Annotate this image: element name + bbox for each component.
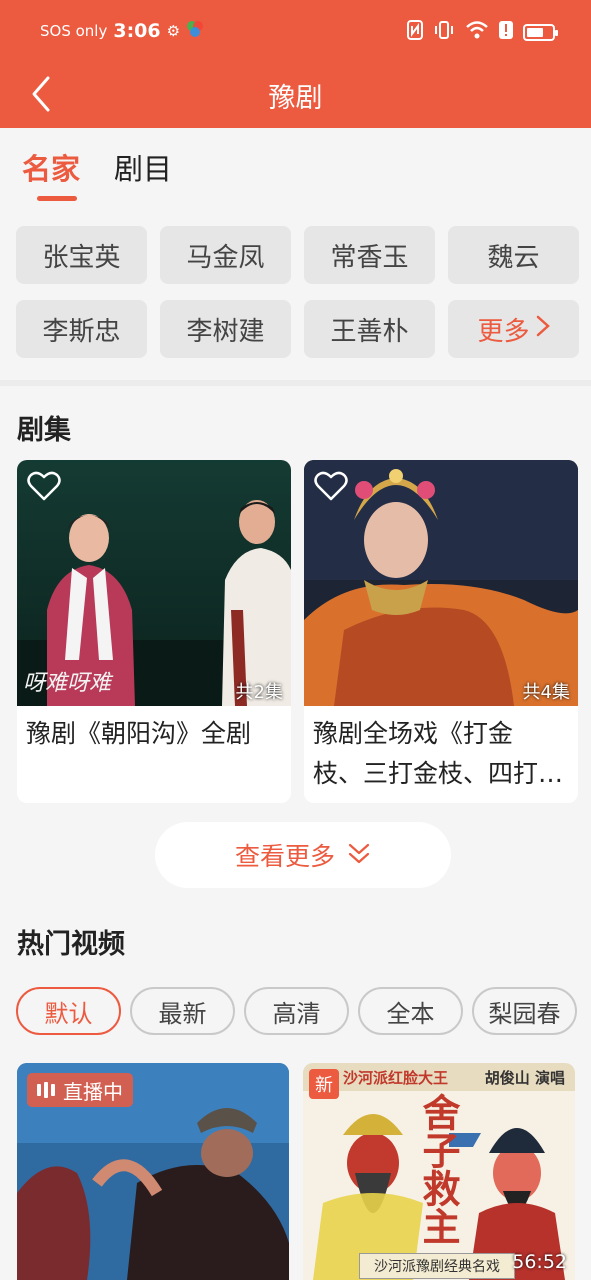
artist-chip[interactable]: 常香玉 [304, 226, 435, 284]
carrier-text: SOS only [40, 22, 108, 40]
tab-artists[interactable]: 名家 [22, 146, 80, 188]
poster-title: 舍子救主 [416, 1093, 461, 1245]
artist-grid: 张宝英 马金凤 常香玉 魏云 李斯忠 李树建 王善朴 更多 [16, 226, 579, 358]
top-bar: SOS only 3:06 ⚙ 豫剧 [0, 0, 591, 128]
artist-chip[interactable]: 王善朴 [304, 300, 435, 358]
series-card[interactable]: 共4集 豫剧全场戏《打金 枝、三打金枝、四打… [304, 460, 578, 803]
more-artists-label: 更多 [477, 316, 530, 347]
chevron-right-icon [536, 314, 550, 344]
nfc-icon [407, 20, 423, 44]
artist-chip[interactable]: 李树建 [160, 300, 291, 358]
poster-performer: 胡俊山 演唱 [484, 1069, 565, 1087]
series-card[interactable]: 呀难呀难 共2集 豫剧《朝阳沟》全剧 [17, 460, 291, 803]
poster-caption: 沙河派豫剧经典名戏 [359, 1253, 515, 1279]
filter-full[interactable]: 全本 [358, 987, 463, 1035]
series-title-line1: 豫剧全场戏《打金 [313, 719, 514, 748]
series-title: 豫剧《朝阳沟》全剧 [26, 714, 284, 754]
more-artists-button[interactable]: 更多 [448, 300, 579, 358]
settings-icon: ⚙ [166, 22, 181, 40]
episode-count: 共2集 [235, 682, 283, 703]
artist-chip[interactable]: 魏云 [448, 226, 579, 284]
series-title-line2: 枝、三打金枝、四打… [313, 759, 564, 788]
artist-chip[interactable]: 马金凤 [160, 226, 291, 284]
hot-videos-title: 热门视频 [17, 929, 125, 960]
filter-hd[interactable]: 高清 [244, 987, 349, 1035]
poster-tagline: 沙河派红脸大王 [343, 1069, 449, 1087]
tab-bar: 名家 剧目 [0, 128, 591, 210]
app-icon [186, 20, 204, 42]
series-title: 豫剧全场戏《打金 枝、三打金枝、四打… [313, 714, 571, 794]
page-title: 豫剧 [268, 83, 323, 114]
vibrate-icon [433, 20, 455, 44]
video-card[interactable]: 直播中 [17, 1063, 289, 1280]
filter-liyuanchun[interactable]: 梨园春 [472, 987, 577, 1035]
view-more-label: 查看更多 [234, 842, 335, 871]
video-filter-bar: 默认 最新 高清 全本 梨园春 [16, 987, 577, 1035]
wifi-icon [465, 20, 489, 44]
heart-icon[interactable] [27, 470, 61, 502]
heart-icon[interactable] [314, 470, 348, 502]
video-card[interactable]: 新 沙河派红脸大王 胡俊山 演唱 舍子救主 沙河派豫剧经典名戏 56:52 [303, 1063, 575, 1280]
artist-chip[interactable]: 张宝英 [16, 226, 147, 284]
alert-icon [499, 20, 513, 44]
live-label: 直播中 [63, 1079, 123, 1104]
double-chevron-down-icon [347, 841, 371, 870]
app-header: 豫剧 [0, 64, 591, 128]
status-bar: SOS only 3:06 ⚙ [0, 0, 591, 64]
filter-latest[interactable]: 最新 [130, 987, 235, 1035]
live-badge: 直播中 [27, 1073, 133, 1107]
clock: 3:06 [113, 20, 161, 42]
tab-repertoire[interactable]: 剧目 [114, 146, 172, 188]
tab-indicator [37, 196, 77, 201]
live-bars-icon [37, 1082, 55, 1098]
view-more-button[interactable]: 查看更多 [155, 822, 451, 888]
series-section-title: 剧集 [17, 415, 71, 446]
new-badge: 新 [309, 1069, 339, 1099]
video-duration: 56:52 [512, 1251, 567, 1273]
filter-default[interactable]: 默认 [16, 987, 121, 1035]
series-title-line1: 豫剧《朝阳沟》全剧 [26, 719, 252, 748]
battery-icon [523, 23, 558, 41]
episode-count: 共4集 [522, 682, 570, 703]
artist-chip[interactable]: 李斯忠 [16, 300, 147, 358]
video-caption: 呀难呀难 [23, 671, 114, 696]
section-divider [0, 380, 591, 386]
